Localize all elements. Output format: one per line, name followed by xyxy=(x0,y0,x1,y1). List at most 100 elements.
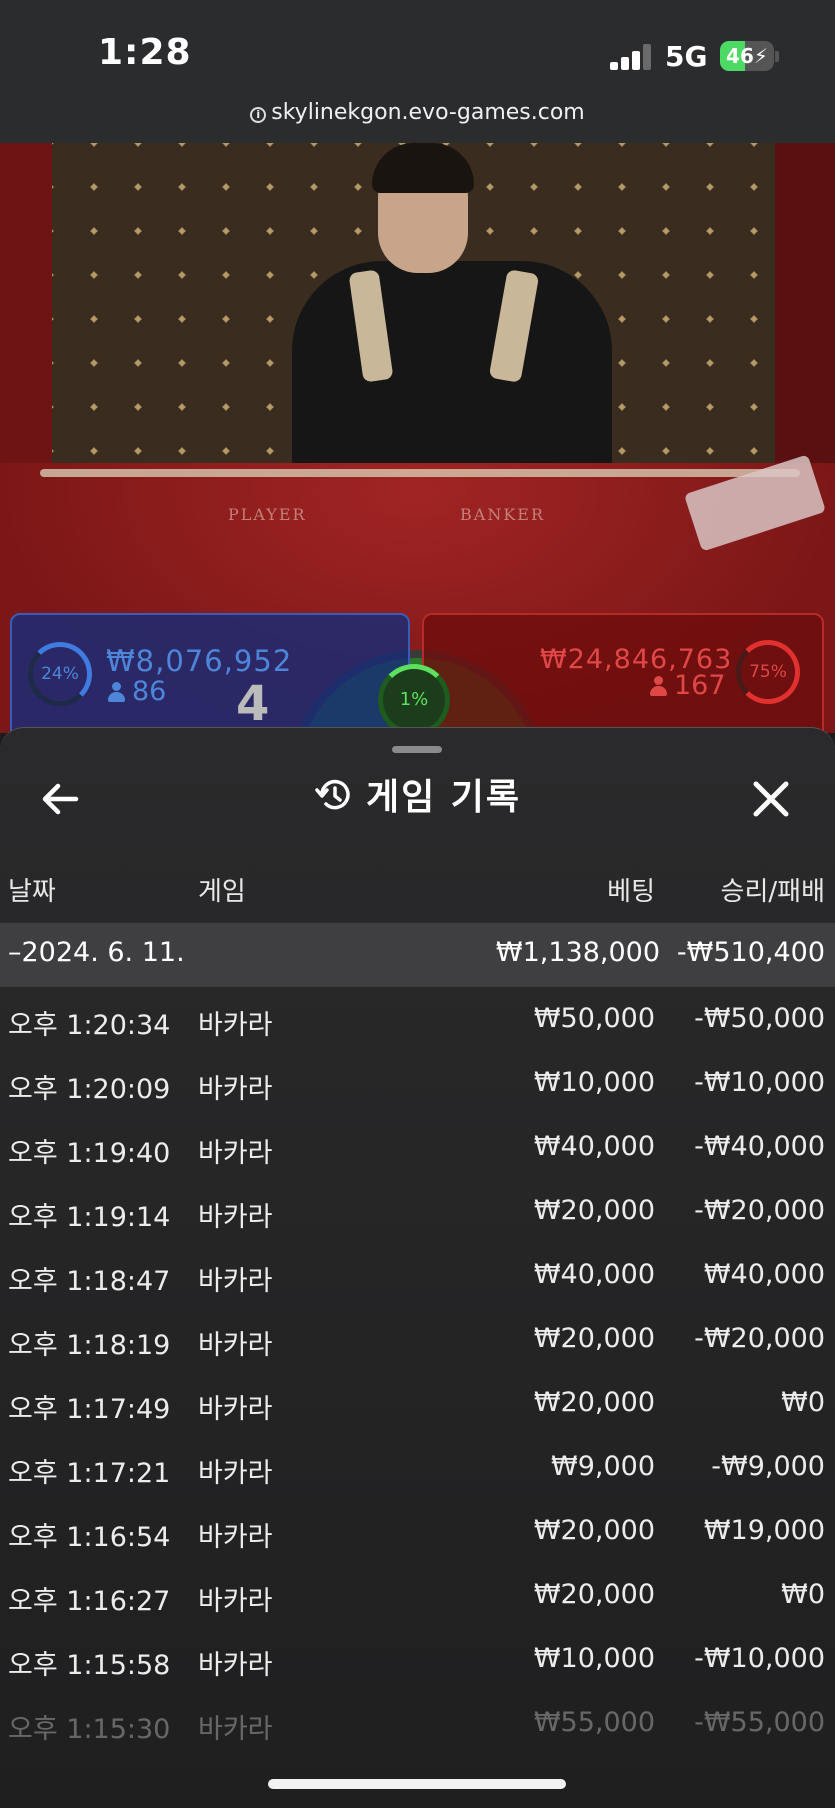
row-time: 오후 1:16:27 xyxy=(8,1586,171,1617)
cards-count: 4 xyxy=(236,676,270,732)
table-row[interactable]: 오후 1:18:47 바카라 ₩40,000 ₩40,000 xyxy=(0,1243,835,1307)
row-time: 오후 1:20:34 xyxy=(8,1010,171,1041)
row-game: 바카라 xyxy=(198,1138,273,1169)
table-row[interactable]: 오후 1:17:49 바카라 ₩20,000 ₩0 xyxy=(0,1371,835,1435)
row-result: -₩40,000 xyxy=(694,1131,825,1162)
row-bet: ₩20,000 xyxy=(533,1195,655,1226)
sheet-header: 게임 기록 xyxy=(0,768,835,820)
column-header-game: 게임 xyxy=(198,877,246,907)
date-group-row[interactable]: –2024. 6. 11. ₩1,138,000 -₩510,400 xyxy=(0,923,835,987)
row-game: 바카라 xyxy=(198,1394,273,1425)
address-bar[interactable]: i skylinekgon.evo-games.com xyxy=(0,100,835,125)
row-time: 오후 1:16:54 xyxy=(8,1522,171,1553)
row-bet: ₩50,000 xyxy=(533,1003,655,1034)
row-bet: ₩20,000 xyxy=(533,1579,655,1610)
banker-percent: 75% xyxy=(736,640,800,704)
sheet-grabber[interactable] xyxy=(392,746,442,753)
date-group-result-total: -₩510,400 xyxy=(676,937,825,968)
table-edge xyxy=(40,469,800,477)
row-time: 오후 1:17:49 xyxy=(8,1394,171,1425)
status-time: 1:28 xyxy=(98,32,192,73)
banker-bettor-count-value: 167 xyxy=(674,670,726,701)
dealer-body xyxy=(292,261,612,471)
row-bet: ₩20,000 xyxy=(533,1515,655,1546)
row-result: -₩20,000 xyxy=(694,1195,825,1226)
row-time: 오후 1:15:30 xyxy=(8,1714,171,1745)
row-time: 오후 1:19:14 xyxy=(8,1202,171,1233)
row-game: 바카라 xyxy=(198,1330,273,1361)
table-row[interactable]: 오후 1:17:21 바카라 ₩9,000 -₩9,000 xyxy=(0,1435,835,1499)
table-row[interactable]: 오후 1:15:58 바카라 ₩10,000 -₩10,000 xyxy=(0,1627,835,1691)
row-time: 오후 1:19:40 xyxy=(8,1138,171,1169)
row-result: -₩55,000 xyxy=(694,1707,825,1738)
column-header-date: 날짜 xyxy=(8,877,56,907)
row-game: 바카라 xyxy=(198,1202,273,1233)
row-result: ₩19,000 xyxy=(703,1515,825,1546)
column-header-bet: 베팅 xyxy=(607,877,655,907)
player-bettor-count-value: 86 xyxy=(132,676,167,707)
table-row[interactable]: 오후 1:20:34 바카라 ₩50,000 -₩50,000 xyxy=(0,987,835,1051)
sheet-title: 게임 기록 xyxy=(365,777,521,818)
table-row[interactable]: 오후 1:19:40 바카라 ₩40,000 -₩40,000 xyxy=(0,1115,835,1179)
row-result: -₩9,000 xyxy=(711,1451,825,1482)
status-bar: 1:28 5G 46⚡ i skylinekgon.evo-games.com xyxy=(0,0,835,143)
row-bet: ₩9,000 xyxy=(551,1451,655,1482)
felt-label-player: PLAYER xyxy=(228,505,307,524)
tie-percent: 1% xyxy=(378,664,450,736)
history-icon xyxy=(315,779,350,810)
row-result: ₩40,000 xyxy=(703,1259,825,1290)
row-game: 바카라 xyxy=(198,1458,273,1489)
game-history-sheet: 게임 기록 날짜 게임 베팅 승리/패배 –2024. 6. 11. ₩1,13… xyxy=(0,727,835,1808)
column-header-result: 승리/패배 xyxy=(720,877,825,907)
row-result: ₩0 xyxy=(781,1579,825,1610)
row-game: 바카라 xyxy=(198,1714,273,1745)
table-row[interactable]: 오후 1:15:30 바카라 ₩55,000 -₩55,000 xyxy=(0,1691,835,1755)
curtain-left xyxy=(0,143,52,473)
row-game: 바카라 xyxy=(198,1650,273,1681)
row-bet: ₩40,000 xyxy=(533,1259,655,1290)
row-game: 바카라 xyxy=(198,1266,273,1297)
row-game: 바카라 xyxy=(198,1522,273,1553)
curtain-right xyxy=(775,143,835,473)
cellular-signal-icon xyxy=(610,44,654,70)
url-text: skylinekgon.evo-games.com xyxy=(271,100,585,125)
table-row[interactable]: 오후 1:16:27 바카라 ₩20,000 ₩0 xyxy=(0,1563,835,1627)
row-bet: ₩10,000 xyxy=(533,1643,655,1674)
date-group-bet-total: ₩1,138,000 xyxy=(495,937,660,968)
banker-bettor-count: 167 xyxy=(650,670,726,701)
row-bet: ₩20,000 xyxy=(533,1323,655,1354)
row-time: 오후 1:20:09 xyxy=(8,1074,171,1105)
close-icon xyxy=(753,781,789,817)
row-game: 바카라 xyxy=(198,1010,273,1041)
history-list: 오후 1:20:34 바카라 ₩50,000 -₩50,000 오후 1:20:09 바카… xyxy=(0,987,835,1755)
row-result: -₩10,000 xyxy=(694,1067,825,1098)
player-total-amount: ₩8,076,952 xyxy=(106,644,293,678)
row-time: 오후 1:15:58 xyxy=(8,1650,171,1681)
row-time: 오후 1:18:19 xyxy=(8,1330,171,1361)
charging-bolt-icon: ⚡ xyxy=(753,44,768,68)
table-row[interactable]: 오후 1:20:09 바카라 ₩10,000 -₩10,000 xyxy=(0,1051,835,1115)
table-row[interactable]: 오후 1:18:19 바카라 ₩20,000 -₩20,000 xyxy=(0,1307,835,1371)
table-row[interactable]: 오후 1:19:14 바카라 ₩20,000 -₩20,000 xyxy=(0,1179,835,1243)
battery-nub xyxy=(775,51,779,62)
row-result: ₩0 xyxy=(781,1387,825,1418)
player-percent: 24% xyxy=(28,642,92,706)
player-bettor-count: 86 xyxy=(108,676,166,707)
close-button[interactable] xyxy=(746,774,796,824)
row-bet: ₩10,000 xyxy=(533,1067,655,1098)
row-game: 바카라 xyxy=(198,1074,273,1105)
battery-icon: 46⚡ xyxy=(720,41,774,71)
table-row[interactable]: 오후 1:16:54 바카라 ₩20,000 ₩19,000 xyxy=(0,1499,835,1563)
network-type: 5G xyxy=(665,40,708,73)
row-result: -₩50,000 xyxy=(694,1003,825,1034)
row-bet: ₩55,000 xyxy=(533,1707,655,1738)
row-time: 오후 1:17:21 xyxy=(8,1458,171,1489)
date-group-date: –2024. 6. 11. xyxy=(8,937,185,968)
row-bet: ₩40,000 xyxy=(533,1131,655,1162)
info-icon[interactable]: i xyxy=(250,107,267,123)
row-result: -₩10,000 xyxy=(694,1643,825,1674)
home-indicator[interactable] xyxy=(268,1779,566,1789)
felt-label-banker: BANKER xyxy=(460,505,545,524)
row-game: 바카라 xyxy=(198,1586,273,1617)
row-time: 오후 1:18:47 xyxy=(8,1266,171,1297)
